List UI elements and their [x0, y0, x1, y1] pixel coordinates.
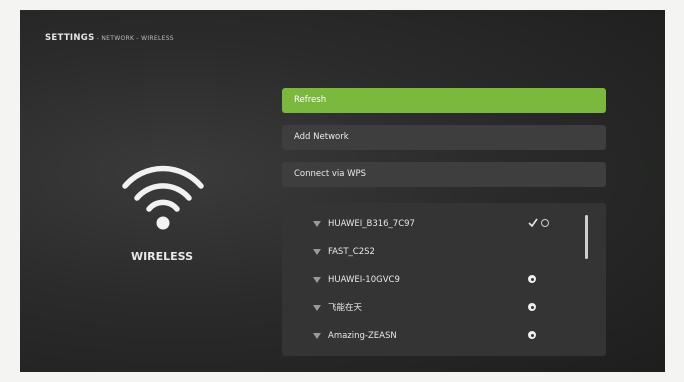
refresh-button[interactable]: Refresh — [282, 88, 606, 113]
network-settings — [528, 270, 536, 290]
wifi-icon — [122, 165, 204, 230]
network-item-fast-c2s2[interactable]: FAST_C2S2 — [282, 242, 582, 262]
network-settings — [528, 326, 536, 346]
network-item-amazing-zeasn[interactable]: Amazing-ZEASN — [282, 326, 582, 346]
wifi-signal-icon — [313, 333, 321, 339]
gear-icon[interactable] — [528, 303, 536, 311]
network-item-huawei-10gvc9[interactable]: HUAWEI-10GVC9 — [282, 270, 582, 290]
network-name: HUAWEI_B316_7C97 — [328, 219, 415, 229]
wifi-signal-icon — [313, 221, 321, 227]
tv-settings-screen: SETTINGS - NETWORK - WIRELESS WIRELESS R… — [20, 10, 665, 372]
breadcrumb-root: SETTINGS — [45, 33, 95, 43]
breadcrumb-wireless: WIRELESS — [141, 35, 174, 42]
network-name: Amazing-ZEASN — [328, 331, 397, 341]
network-item-feineng[interactable]: 飞能在天 — [282, 298, 582, 318]
wifi-signal-icon — [313, 249, 321, 255]
connected-status — [528, 214, 549, 234]
network-name: FAST_C2S2 — [328, 247, 375, 257]
scrollbar[interactable] — [585, 215, 588, 259]
checkmark-icon — [528, 218, 538, 228]
network-list: HUAWEI_B316_7C97 FAST_C2S2 HUAWEI-10GVC9… — [282, 203, 606, 356]
breadcrumb: SETTINGS - NETWORK - WIRELESS — [45, 33, 174, 43]
breadcrumb-network: NETWORK — [101, 35, 135, 42]
network-item-huawei-b316[interactable]: HUAWEI_B316_7C97 — [282, 214, 582, 234]
gear-icon[interactable] — [528, 331, 536, 339]
section-label: WIRELESS — [130, 250, 194, 263]
add-network-button[interactable]: Add Network — [282, 125, 606, 150]
wifi-signal-icon — [313, 305, 321, 311]
wifi-signal-icon — [313, 277, 321, 283]
network-name: HUAWEI-10GVC9 — [328, 275, 400, 285]
gear-icon[interactable] — [540, 219, 549, 227]
connect-via-wps-button[interactable]: Connect via WPS — [282, 162, 606, 187]
network-settings — [528, 298, 536, 318]
network-name: 飞能在天 — [328, 303, 363, 313]
gear-icon[interactable] — [528, 275, 536, 283]
